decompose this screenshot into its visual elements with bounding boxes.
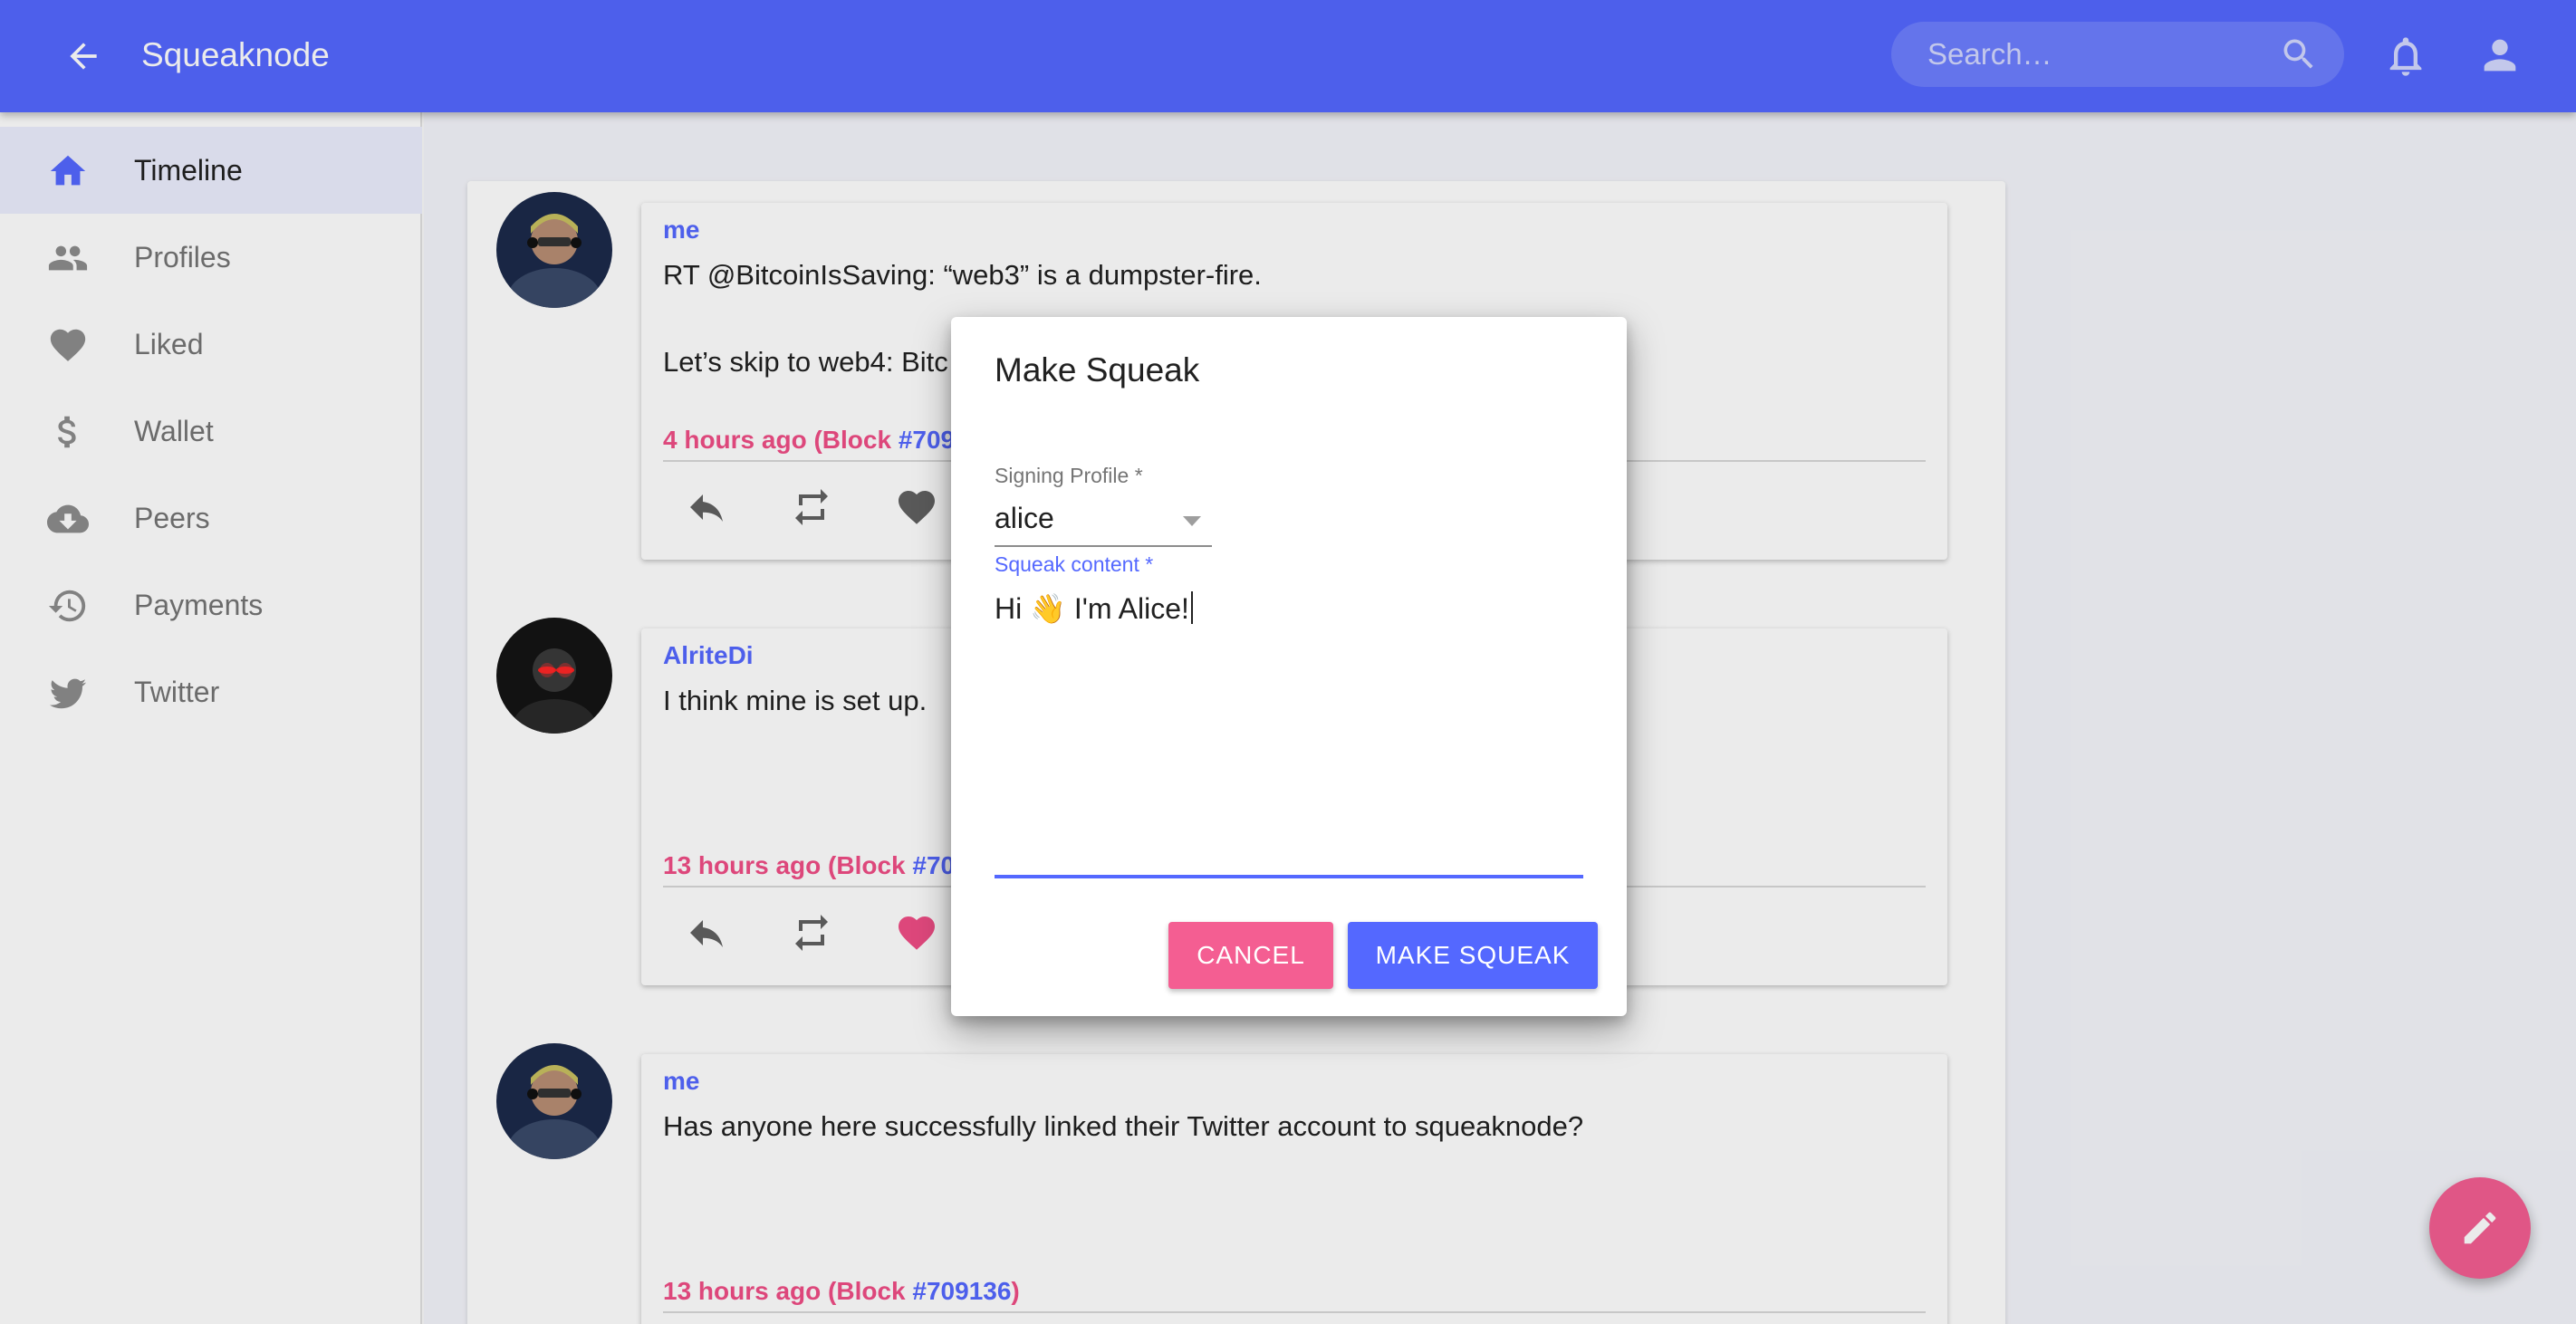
signing-profile-select[interactable]: alice <box>995 502 1054 535</box>
dialog-title: Make Squeak <box>995 351 1200 389</box>
squeak-content-label: Squeak content * <box>995 552 1154 576</box>
select-underline <box>995 545 1212 547</box>
cancel-button[interactable]: CANCEL <box>1168 922 1333 989</box>
text-cursor <box>1190 591 1193 624</box>
signing-profile-label: Signing Profile * <box>995 464 1143 487</box>
make-squeak-button[interactable]: MAKE SQUEAK <box>1348 922 1598 989</box>
make-squeak-dialog: Make Squeak Signing Profile * alice Sque… <box>951 317 1627 1016</box>
chevron-down-icon[interactable] <box>1183 516 1201 526</box>
squeak-content-input[interactable]: Hi 👋 I'm Alice! <box>995 589 1193 628</box>
content-underline <box>995 875 1583 878</box>
